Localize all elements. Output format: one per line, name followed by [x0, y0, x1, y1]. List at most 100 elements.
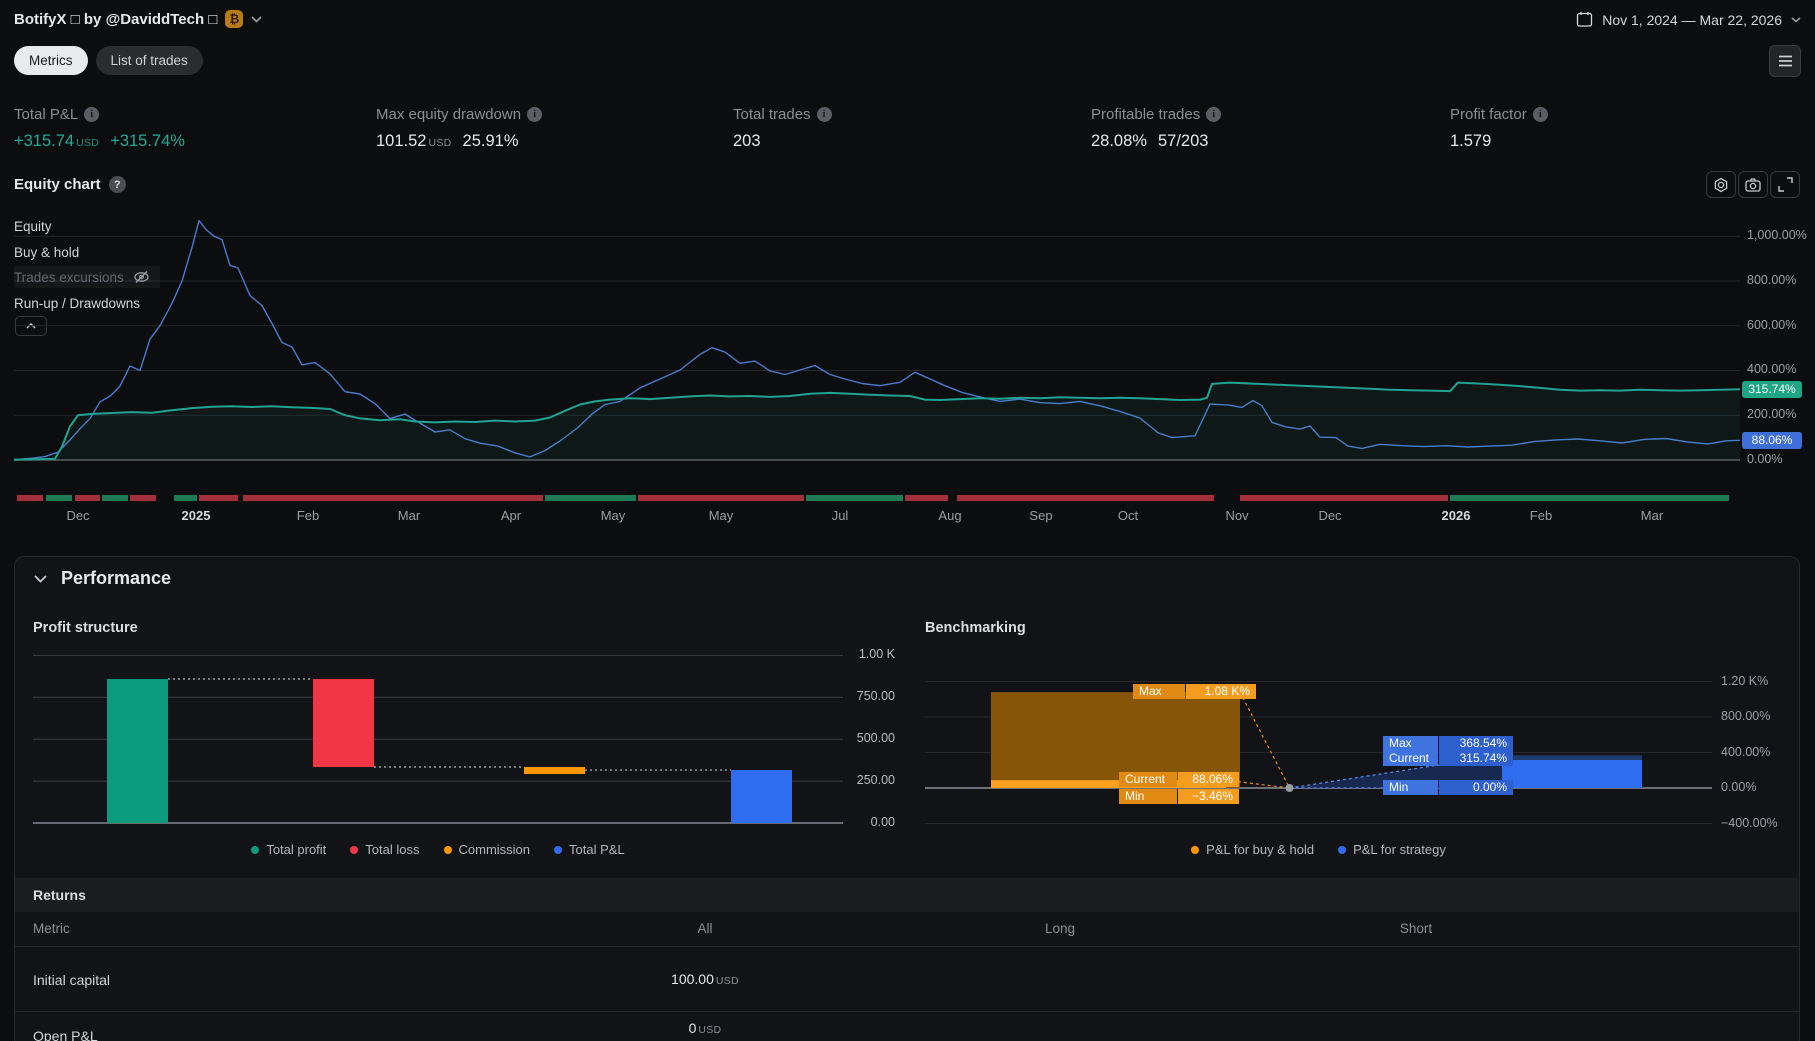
snapshot-button[interactable] [1738, 171, 1768, 198]
x-axis-month-label: 2026 [1428, 508, 1484, 523]
tab-metrics[interactable]: Metrics [14, 46, 88, 75]
y-axis-tick: 200.00% [1747, 407, 1796, 421]
equity-chart-header: Equity chart ? [14, 176, 126, 193]
profit-axis-tick: 250.00 [833, 773, 895, 787]
price-badge: 88.06% [1742, 432, 1802, 449]
x-axis-month-label: Oct [1100, 508, 1156, 523]
buyhold-max-badge: Max1.08 K% [1133, 684, 1256, 699]
legend-item[interactable]: P&L for strategy [1338, 842, 1446, 857]
metric-profitable-trades: Profitable tradesi28.08%57/203 [1091, 106, 1221, 151]
legend-item-buy-hold[interactable]: Buy & hold [14, 241, 79, 263]
tab-list-of-trades[interactable]: List of trades [96, 46, 203, 75]
price-badge: 315.74% [1742, 381, 1802, 398]
calendar-icon [1576, 11, 1593, 28]
x-axis-month-label: May [585, 508, 641, 523]
legend-label: Buy & hold [14, 245, 79, 260]
benchmarking-title: Benchmarking [925, 620, 1026, 636]
metric-profit-factor: Profit factori1.579 [1450, 106, 1548, 151]
legend-item-equity[interactable]: Equity [14, 215, 52, 237]
x-axis-month-label: 2025 [168, 508, 224, 523]
runup-drawdown-segment [1450, 495, 1729, 501]
performance-title: Performance [61, 568, 171, 589]
runup-drawdown-segment [243, 495, 543, 501]
runup-drawdown-segment [957, 495, 1214, 501]
convergence-dot [1286, 784, 1294, 792]
coin-badge: ₿ [225, 10, 243, 28]
runup-drawdown-segment [174, 495, 197, 501]
date-range-picker[interactable]: Nov 1, 2024 — Mar 22, 2026 [1576, 11, 1801, 28]
hamburger-icon [1778, 55, 1793, 67]
legend-item-trades-excursions[interactable]: Trades excursions [14, 266, 160, 288]
settings-icon [1713, 177, 1729, 193]
metric-value: +315.74USD+315.74% [14, 132, 185, 151]
runup-drawdown-segment [905, 495, 948, 501]
x-axis-month-label: Mar [1624, 508, 1680, 523]
returns-title: Returns [15, 887, 86, 903]
strategy-min-badge: Min0.00% [1383, 780, 1513, 795]
legend-label: Run-up / Drawdowns [14, 296, 140, 311]
x-axis-month-label: Feb [1513, 508, 1569, 523]
runup-drawdown-segment [638, 495, 804, 501]
metric-total-trades: Total tradesi203 [733, 106, 832, 151]
x-axis-month-label: Sep [1013, 508, 1069, 523]
chevron-down-icon[interactable] [251, 16, 262, 23]
metric-max-equity-drawdown: Max equity drawdowni101.52USD25.91% [376, 106, 542, 151]
info-icon[interactable]: i [1206, 107, 1221, 122]
legend-item[interactable]: Total loss [350, 842, 419, 857]
equity-chart-canvas [14, 200, 1740, 485]
benchmark-axis-tick: 400.00% [1721, 745, 1770, 759]
fullscreen-icon [1778, 177, 1793, 192]
runup-drawdown-segment [130, 495, 156, 501]
buyhold-min-badge: Min−3.46% [1119, 789, 1239, 804]
layout-menu-button[interactable] [1769, 45, 1801, 77]
benchmarking-legend: P&L for buy & hold P&L for strategy [925, 842, 1712, 857]
strategy-max-badge: Max368.54% [1383, 736, 1513, 751]
info-icon[interactable]: i [1533, 107, 1548, 122]
returns-band: Returns [15, 878, 1799, 912]
metric-label: Total tradesi [733, 106, 832, 123]
chart-settings-button[interactable] [1706, 171, 1736, 198]
y-axis-tick: 1,000.00% [1747, 228, 1807, 242]
column-header-long: Long [960, 921, 1160, 936]
row-value-all: 100.00USD [605, 971, 805, 987]
legend-label: Trades excursions [14, 270, 124, 285]
row-metric-label: Open P&L [33, 1028, 98, 1041]
y-axis-tick: 400.00% [1747, 362, 1796, 376]
runup-drawdown-segment [199, 495, 238, 501]
x-axis-month-label: Aug [922, 508, 978, 523]
fullscreen-button[interactable] [1770, 171, 1800, 198]
bar-commission [524, 767, 585, 774]
info-icon[interactable]: i [84, 107, 99, 122]
app-root: BotifyX □ by @DaviddTech □ ₿ Nov 1, 2024… [0, 0, 1815, 1041]
legend-item[interactable]: P&L for buy & hold [1191, 842, 1314, 857]
divider [15, 946, 1799, 947]
x-axis-month-label: Mar [381, 508, 437, 523]
legend-item[interactable]: Commission [444, 842, 531, 857]
runup-drawdown-segment [46, 495, 72, 501]
info-icon[interactable]: i [817, 107, 832, 122]
row-value-all: 0USD [605, 1020, 805, 1036]
y-axis-tick: 0.00% [1747, 452, 1782, 466]
legend-item-run-up-drawdowns[interactable]: Run-up / Drawdowns [14, 292, 140, 314]
y-axis-tick: 600.00% [1747, 318, 1796, 332]
x-axis-month-label: Nov [1209, 508, 1265, 523]
equity-chart-title: Equity chart [14, 176, 101, 193]
legend-item[interactable]: Total profit [251, 842, 326, 857]
help-icon[interactable]: ? [109, 176, 126, 193]
runup-drawdown-segment [102, 495, 128, 501]
legend-item[interactable]: Total P&L [554, 842, 625, 857]
chevron-down-icon [34, 575, 47, 583]
runup-drawdown-segment [545, 495, 636, 501]
benchmarking-canvas [925, 660, 1712, 836]
benchmark-axis-tick: 800.00% [1721, 709, 1770, 723]
x-axis-month-label: Dec [1302, 508, 1358, 523]
metric-label: Profitable tradesi [1091, 106, 1221, 123]
eye-off-icon[interactable] [133, 270, 150, 284]
column-header-short: Short [1316, 921, 1516, 936]
info-icon[interactable]: i [527, 107, 542, 122]
benchmark-axis-tick: 1.20 K% [1721, 674, 1768, 688]
y-axis-tick: 800.00% [1747, 273, 1796, 287]
column-header-all: All [605, 921, 805, 936]
performance-section-header[interactable]: Performance [34, 568, 171, 589]
view-tabs: Metrics List of trades [14, 46, 203, 75]
